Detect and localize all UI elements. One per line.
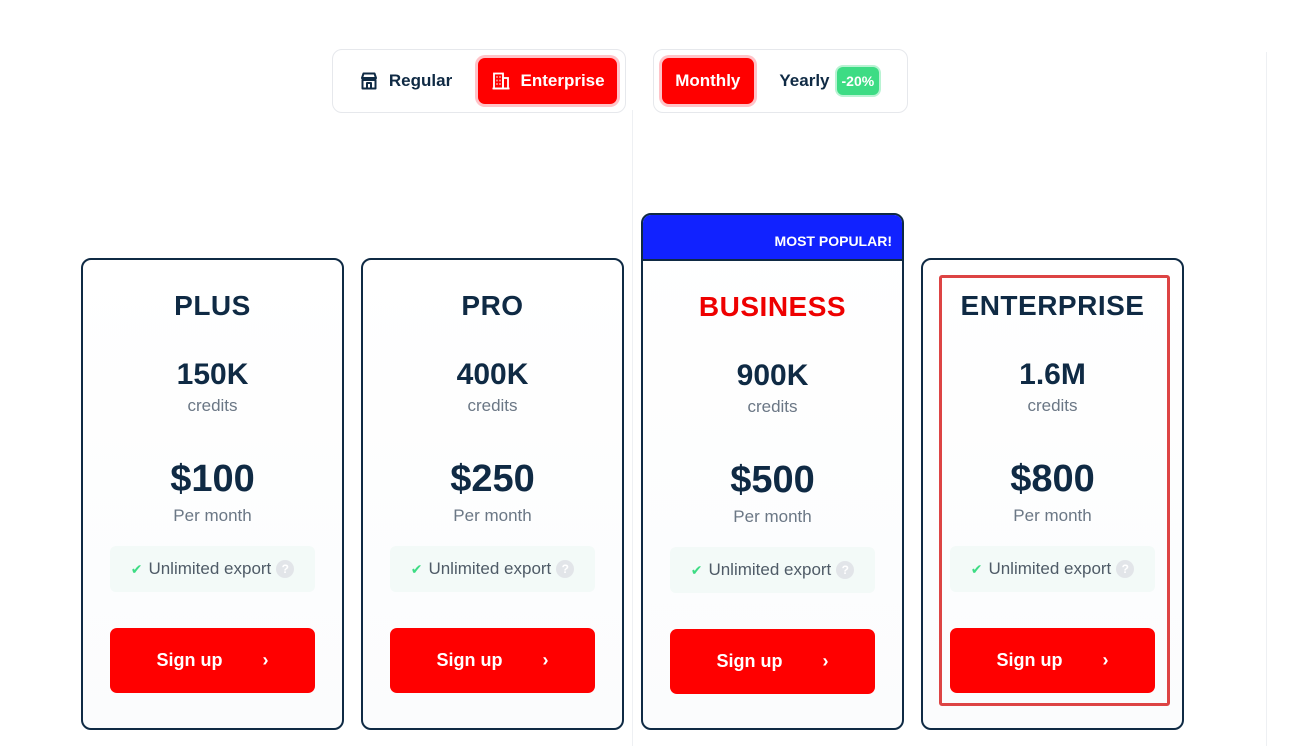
plan-feature: ✔ Unlimited export ? [390,546,595,592]
plan-credits-label: credits [747,397,798,416]
signup-button-label: Sign up [436,650,503,670]
plan-period: Per month [733,507,812,526]
plan-period: Per month [453,506,532,525]
enterprise-toggle-label: Enterprise [520,71,605,90]
divider-line [632,110,633,746]
signup-button-pro[interactable]: Sign up › [390,628,595,693]
plan-name: PRO [461,290,524,321]
plan-credits-label: credits [1027,396,1078,415]
yearly-toggle-label: Yearly [779,71,830,90]
plan-feature: ✔ Unlimited export ? [110,546,315,592]
plan-credits-label: credits [187,396,238,415]
check-icon: ✔ [690,561,703,578]
plan-credits: 1.6M [1019,358,1086,391]
chevron-right-icon: › [262,650,269,670]
chevron-right-icon: › [822,651,829,671]
plan-feature-label: Unlimited export [988,559,1112,578]
plan-feature-label: Unlimited export [148,559,272,578]
signup-button-label: Sign up [716,651,783,671]
signup-button-enterprise[interactable]: Sign up › [950,628,1155,693]
discount-badge: -20% [836,67,880,95]
plan-price: $250 [450,458,535,500]
signup-button-label: Sign up [996,650,1063,670]
building-icon [491,71,511,91]
check-icon: ✔ [130,560,143,577]
help-circle-icon[interactable]: ? [556,560,575,578]
plan-price: $800 [1010,458,1095,500]
help-circle-icon[interactable]: ? [276,560,295,578]
check-icon: ✔ [970,560,983,577]
signup-button-label: Sign up [156,650,223,670]
regular-toggle-button[interactable]: Regular [341,58,470,104]
most-popular-banner: MOST POPULAR! [643,215,902,261]
plan-name: PLUS [174,290,251,321]
chevron-right-icon: › [542,650,549,670]
monthly-toggle-button[interactable]: Monthly [662,58,754,104]
billing-period-toggle: Monthly Yearly -20% [653,49,908,113]
plan-credits: 150K [176,358,249,391]
plan-credits: 400K [456,358,529,391]
plan-price: $500 [730,459,815,501]
plan-period: Per month [1013,506,1092,525]
plan-card-enterprise: ENTERPRISE 1.6M credits $800 Per month ✔… [921,258,1184,730]
chevron-right-icon: › [1102,650,1109,670]
monthly-toggle-label: Monthly [675,71,741,90]
plan-name: ENTERPRISE [960,290,1145,321]
yearly-toggle-button[interactable]: Yearly -20% [760,58,899,104]
plan-feature: ✔ Unlimited export ? [950,546,1155,592]
enterprise-toggle-button[interactable]: Enterprise [478,58,617,104]
plan-period: Per month [173,506,252,525]
help-circle-icon[interactable]: ? [1116,560,1135,578]
regular-toggle-label: Regular [388,71,453,90]
signup-button-plus[interactable]: Sign up › [110,628,315,693]
plan-feature-label: Unlimited export [428,559,552,578]
plan-feature: ✔ Unlimited export ? [670,547,875,593]
plan-card-plus: PLUS 150K credits $100 Per month ✔ Unlim… [81,258,344,730]
plan-card-pro: PRO 400K credits $250 Per month ✔ Unlimi… [361,258,624,730]
store-icon [359,71,379,91]
plan-card-business: MOST POPULAR! BUSINESS 900K credits $500… [641,213,904,730]
check-icon: ✔ [410,560,423,577]
plan-credits-label: credits [467,396,518,415]
plan-feature-label: Unlimited export [708,560,832,579]
plan-type-toggle: Regular Enterprise [332,49,626,113]
plan-price: $100 [170,458,255,500]
plan-credits: 900K [736,359,809,392]
signup-button-business[interactable]: Sign up › [670,629,875,694]
help-circle-icon[interactable]: ? [836,561,855,579]
divider-line [1266,52,1267,746]
pricing-page: Regular Enterprise Monthly Yearly -20% P… [0,0,1306,746]
plan-name: BUSINESS [698,291,847,322]
